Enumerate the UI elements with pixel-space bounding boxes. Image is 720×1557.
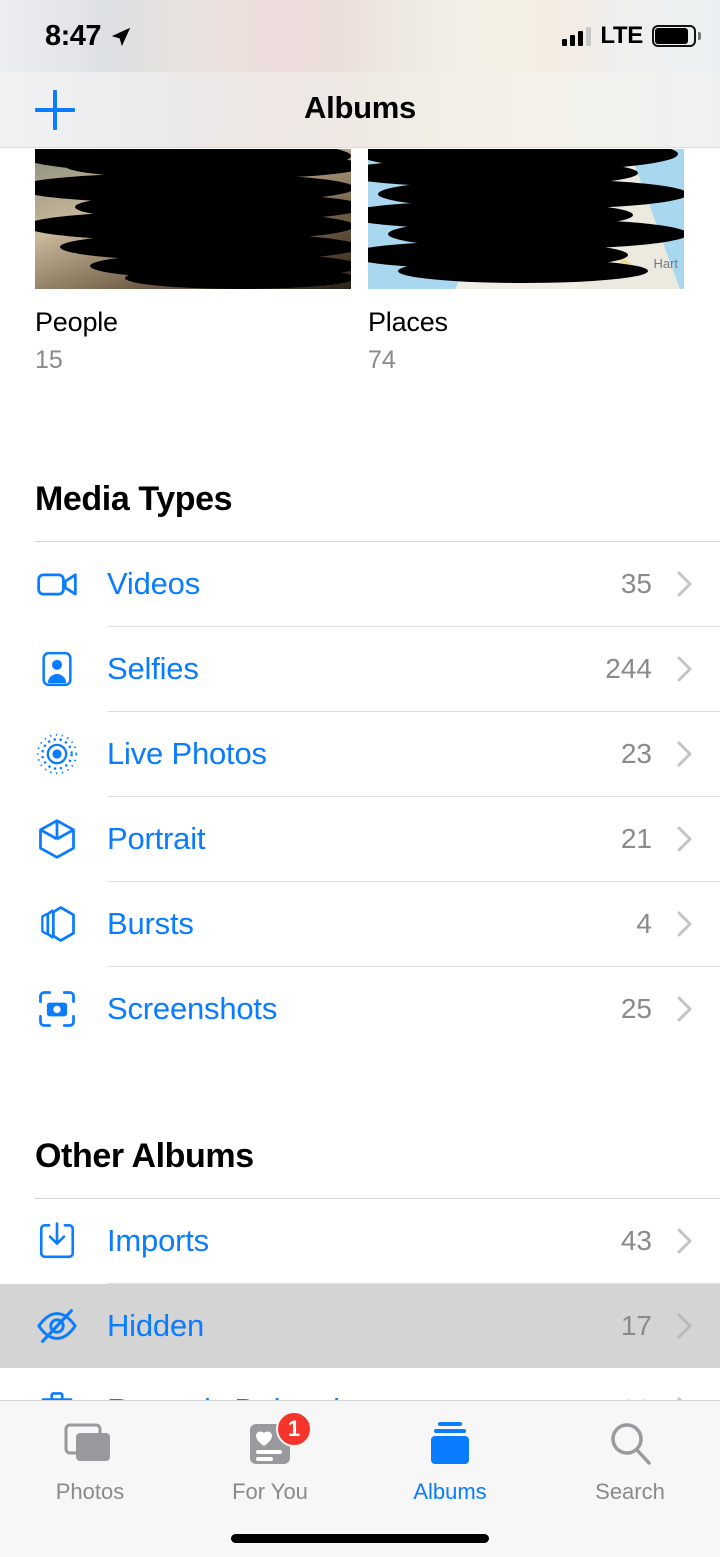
video-camera-icon: [33, 560, 81, 608]
list-item-label: Selfies: [107, 651, 199, 686]
list-item-label: Portrait: [107, 821, 206, 856]
carrier-label: LTE: [600, 22, 643, 49]
list-item-count: 23: [620, 738, 652, 769]
album-tile-count: 74: [368, 346, 396, 374]
list-item-label: Bursts: [107, 906, 194, 941]
list-item-count: 4: [636, 908, 652, 939]
status-time: 8:47: [45, 20, 102, 52]
search-icon: [602, 1419, 658, 1469]
home-indicator: [231, 1534, 489, 1543]
album-tile-count: 15: [35, 346, 63, 374]
burst-stack-icon: [33, 900, 81, 948]
screenshot-icon: [33, 985, 81, 1033]
import-download-icon: [33, 1217, 81, 1265]
cellular-signal-icon: [562, 26, 592, 46]
chevron-right-icon: [677, 911, 692, 937]
section-header-media-types: Media Types: [35, 480, 233, 518]
people-thumbnail: [35, 149, 351, 289]
tab-label: Photos: [55, 1479, 125, 1504]
list-item-label: Videos: [107, 566, 201, 601]
chevron-right-icon: [677, 741, 692, 767]
section-header-other-albums: Other Albums: [35, 1137, 254, 1175]
for-you-badge: 1: [276, 1411, 312, 1447]
chevron-right-icon: [677, 826, 692, 852]
map-place-label: Hart: [653, 256, 678, 271]
albums-scroll-content: People 15 Hart Places 74 Media Types Vid…: [0, 149, 720, 1452]
chevron-right-icon: [677, 996, 692, 1022]
list-item-live-photos[interactable]: Live Photos 23: [0, 712, 720, 796]
list-item-count: 244: [605, 653, 652, 684]
list-item-imports[interactable]: Imports 43: [0, 1199, 720, 1283]
list-item-portrait[interactable]: Portrait 21: [0, 797, 720, 881]
list-item-label: Screenshots: [107, 991, 278, 1026]
list-item-hidden[interactable]: Hidden 17: [0, 1284, 720, 1368]
eye-slash-icon: [33, 1302, 81, 1350]
location-arrow-icon: [111, 27, 131, 47]
list-item-label: Imports: [107, 1223, 209, 1258]
status-bar: 8:47 LTE: [0, 0, 720, 72]
tab-bar: Photos 1 For You Albums Search: [0, 1400, 720, 1557]
list-item-count: 43: [620, 1225, 652, 1256]
tab-label: Search: [595, 1479, 665, 1504]
for-you-card-icon: 1: [242, 1411, 312, 1469]
battery-icon: [652, 25, 701, 47]
chevron-right-icon: [677, 656, 692, 682]
list-item-count: 21: [620, 823, 652, 854]
list-item-count: 25: [620, 993, 652, 1024]
photos-stack-icon: [62, 1419, 118, 1469]
list-item-bursts[interactable]: Bursts 4: [0, 882, 720, 966]
page-title: Albums: [304, 90, 416, 125]
cube-icon: [33, 815, 81, 863]
live-photo-icon: [33, 730, 81, 778]
list-item-label: Hidden: [107, 1308, 205, 1343]
selfie-person-icon: [33, 645, 81, 693]
tab-search[interactable]: Search: [540, 1401, 720, 1557]
top-albums-row: People 15 Hart Places 74: [0, 149, 720, 394]
album-tile-places[interactable]: Hart Places 74: [368, 149, 684, 375]
list-item-count: 35: [620, 568, 652, 599]
albums-folder-icon: [422, 1419, 478, 1469]
chevron-right-icon: [677, 1228, 692, 1254]
list-item-videos[interactable]: Videos 35: [0, 542, 720, 626]
tab-label: For You: [232, 1479, 308, 1504]
list-item-screenshots[interactable]: Screenshots 25: [0, 967, 720, 1051]
list-item-label: Live Photos: [107, 736, 267, 771]
chevron-right-icon: [677, 571, 692, 597]
list-item-selfies[interactable]: Selfies 244: [0, 627, 720, 711]
navigation-bar: Albums: [0, 72, 720, 148]
tab-label: Albums: [413, 1479, 487, 1504]
list-item-count: 17: [620, 1310, 652, 1341]
tab-photos[interactable]: Photos: [0, 1401, 180, 1557]
places-thumbnail: Hart: [368, 149, 684, 289]
album-tile-people[interactable]: People 15: [35, 149, 351, 375]
status-bar-right: LTE: [562, 22, 701, 50]
chevron-right-icon: [677, 1313, 692, 1339]
album-tile-label: Places: [368, 307, 448, 337]
album-tile-label: People: [35, 307, 118, 337]
